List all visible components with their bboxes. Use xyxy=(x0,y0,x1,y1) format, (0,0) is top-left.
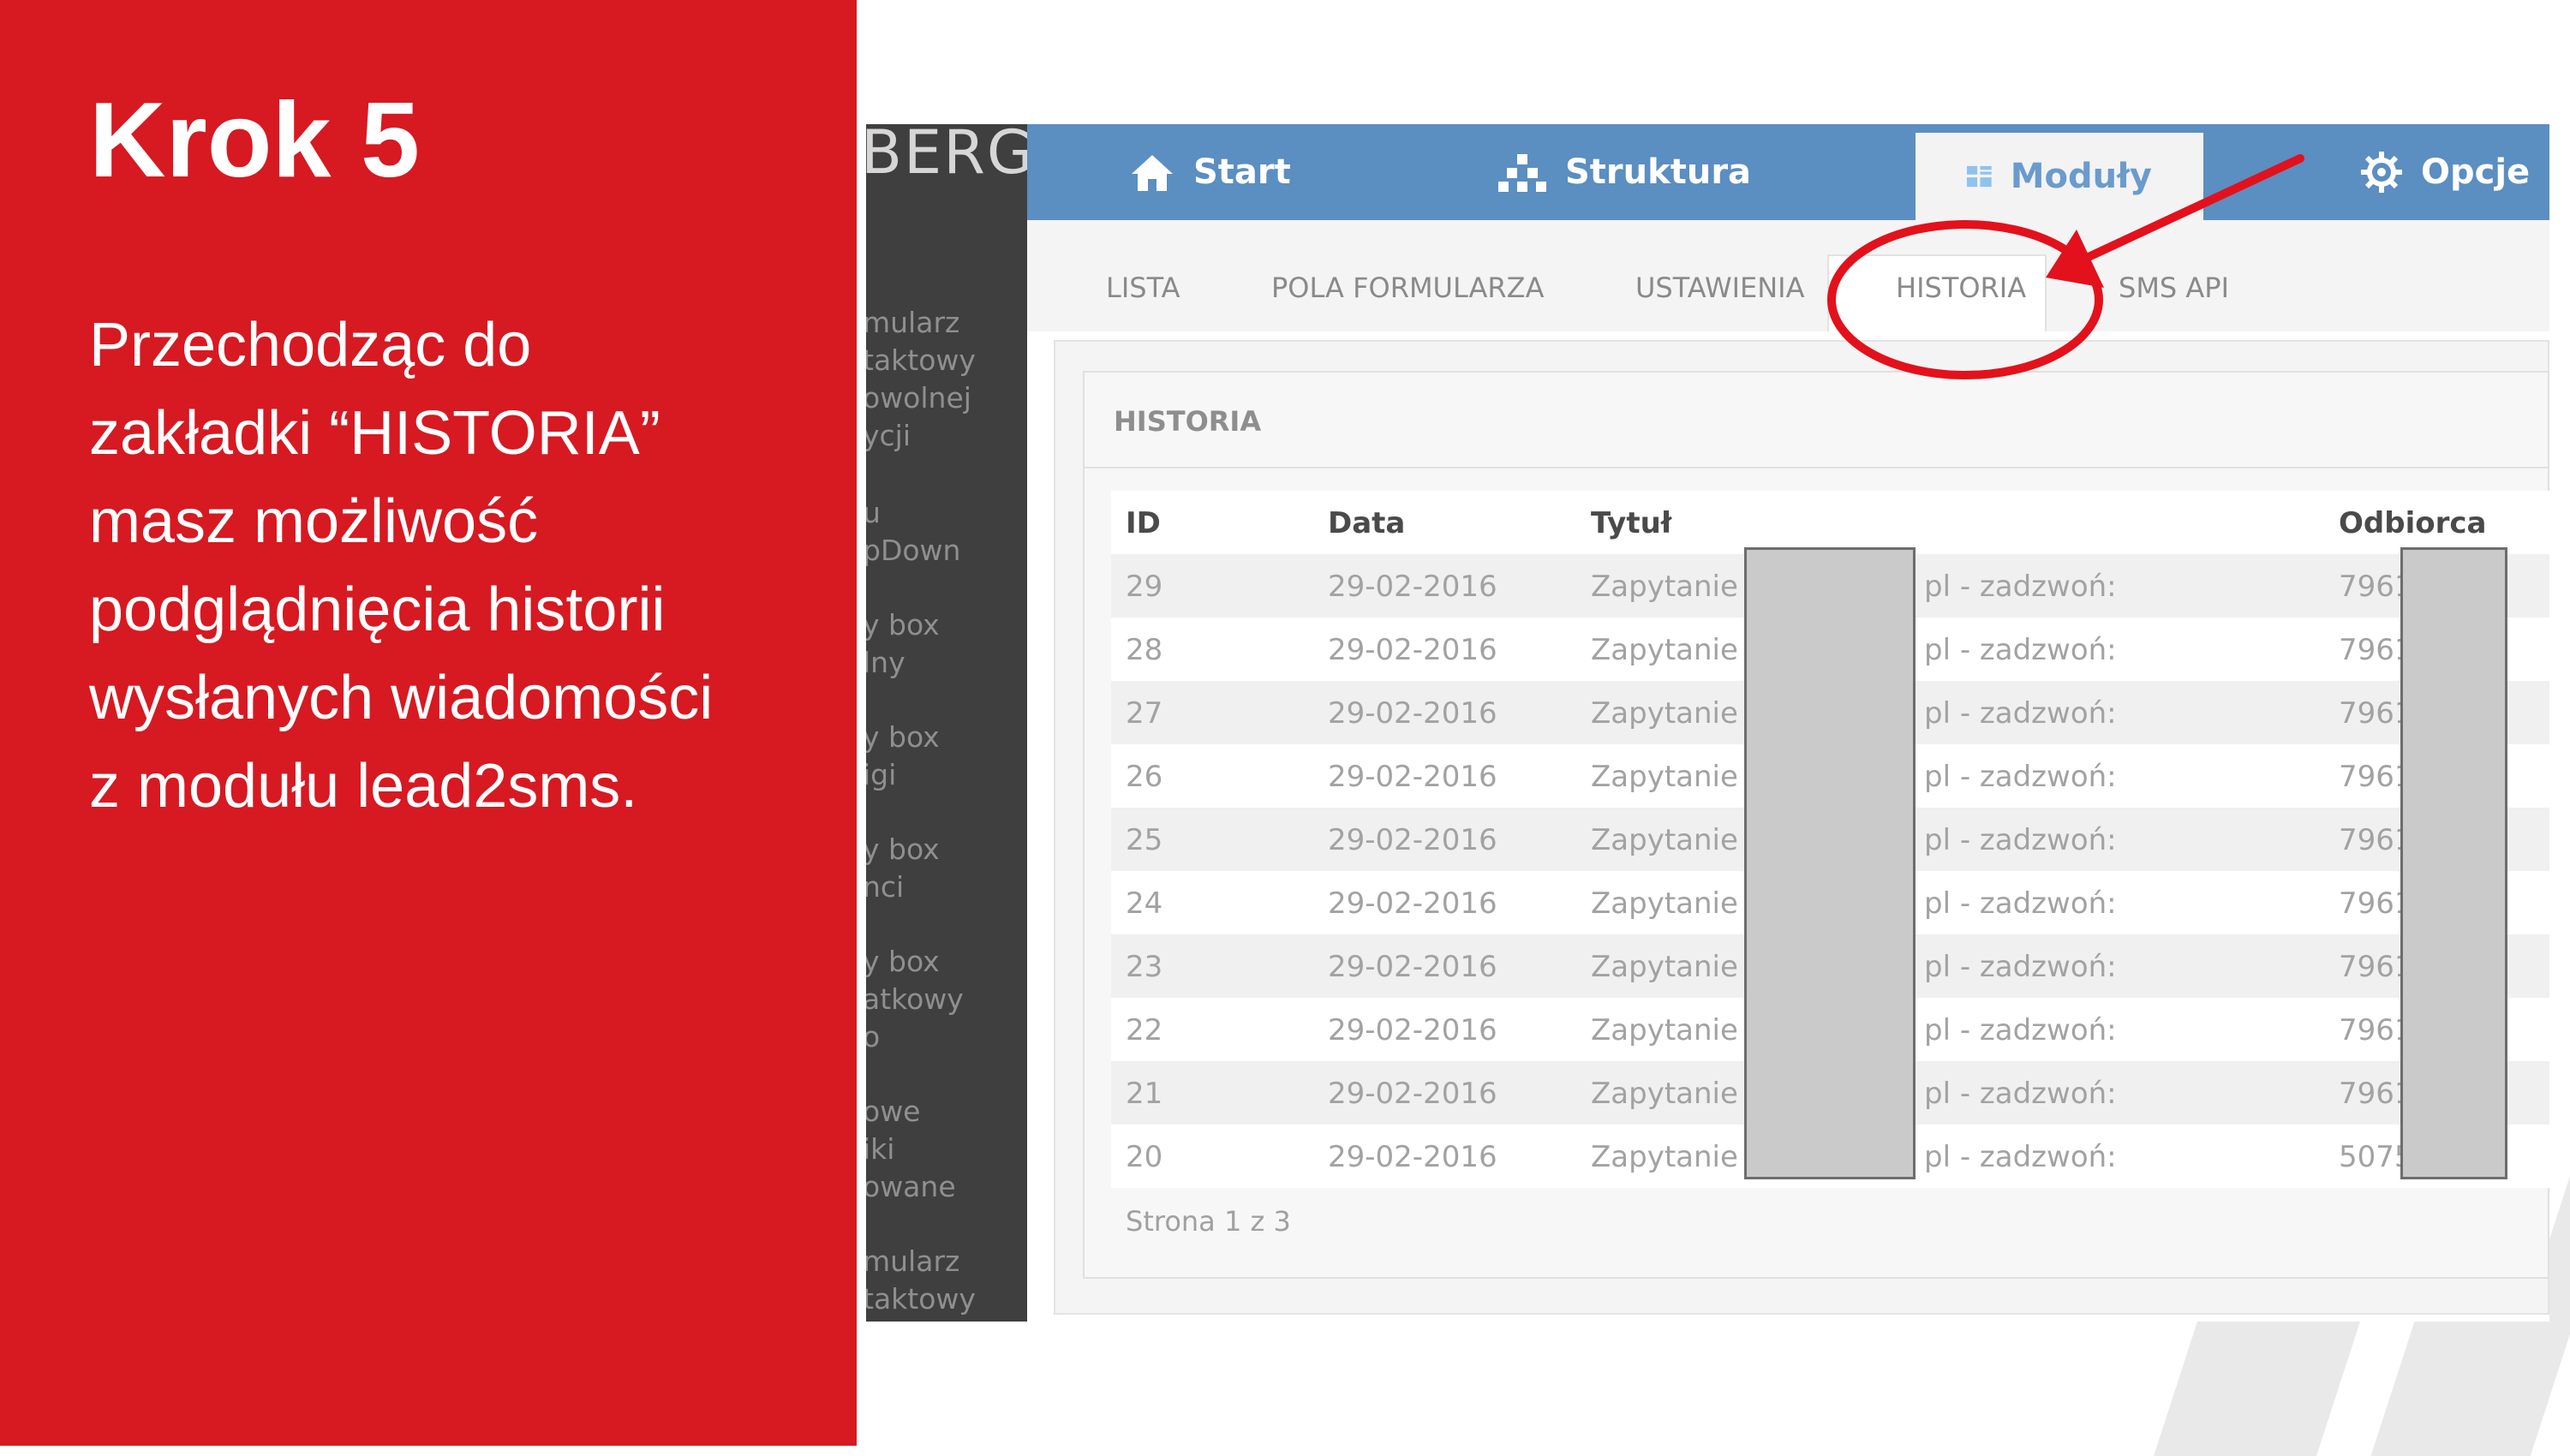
slide-description-line: masz możliwość xyxy=(89,487,539,556)
sidebar-item[interactable]: y box lny xyxy=(866,606,940,682)
cell-title-end: pl - zadzwoń: xyxy=(1924,823,2117,857)
cell-date: 29-02-2016 xyxy=(1328,570,1497,604)
sidebar-item[interactable]: mularz taktowy owolnej ycji xyxy=(866,304,976,455)
cell-id: 27 xyxy=(1126,696,1163,731)
column-header-odbiorca[interactable]: Odbiorca xyxy=(2339,506,2486,540)
subtab-lista[interactable]: LISTA xyxy=(1106,272,1180,304)
subtab-pola-formularza[interactable]: POLA FORMULARZA xyxy=(1271,272,1544,304)
cell-title-end: pl - zadzwoń: xyxy=(1924,633,2117,667)
cell-id: 23 xyxy=(1126,950,1163,984)
cell-title: Zapytanie z xyxy=(1591,886,1763,921)
cell-date: 29-02-2016 xyxy=(1328,823,1497,857)
cell-date: 29-02-2016 xyxy=(1328,696,1497,731)
module-subtabs: LISTA POLA FORMULARZA USTAWIENIA HISTORI… xyxy=(1027,220,2549,331)
nav-moduly-label: Moduły xyxy=(2010,157,2152,196)
history-panel-title: HISTORIA xyxy=(1114,405,1262,438)
subtab-historia[interactable]: HISTORIA xyxy=(1896,272,2026,304)
cell-title: Zapytanie z xyxy=(1591,760,1763,794)
sidebar: BERG mularz taktowy owolnej ycji u pDown y b… xyxy=(866,124,1027,1322)
cell-date: 29-02-2016 xyxy=(1328,760,1497,794)
cell-title-end: pl - zadzwoń: xyxy=(1924,1140,2117,1174)
top-navigation: Start Struktura Moduły Opcje xyxy=(1027,124,2549,220)
modules-icon xyxy=(1967,165,1992,188)
gear-icon xyxy=(2361,152,2402,193)
pagination-label: Strona 1 z 3 xyxy=(1126,1205,1291,1238)
history-panel-header: HISTORIA xyxy=(1085,373,2548,468)
cell-id: 25 xyxy=(1126,823,1163,857)
slide-description: Przechodząc do zakładki “HISTORIA” masz … xyxy=(89,301,826,831)
cell-date: 29-02-2016 xyxy=(1328,1077,1497,1111)
redaction-box xyxy=(2400,547,2507,1179)
home-icon xyxy=(1132,155,1173,191)
slide-description-line: z modułu lead2sms. xyxy=(89,752,638,820)
cell-title: Zapytanie z xyxy=(1591,950,1763,984)
cell-title: Zapytanie z xyxy=(1591,823,1763,857)
slide-description-line: wysłanych wiadomości xyxy=(89,664,714,732)
nav-moduly[interactable]: Moduły xyxy=(1916,133,2203,220)
cell-date: 29-02-2016 xyxy=(1328,1013,1497,1047)
cell-title-end: pl - zadzwoń: xyxy=(1924,1013,2117,1047)
column-header-id[interactable]: ID xyxy=(1126,506,1161,540)
cell-title-end: pl - zadzwoń: xyxy=(1924,950,2117,984)
cell-title: Zapytanie z xyxy=(1591,633,1763,667)
nav-start-label: Start xyxy=(1193,152,1291,192)
slide-description-line: podglądnięcia historii xyxy=(89,576,666,644)
cell-title-end: pl - zadzwoń: xyxy=(1924,696,2117,731)
sidebar-item[interactable]: u pDown xyxy=(866,494,960,570)
cell-date: 29-02-2016 xyxy=(1328,633,1497,667)
sidebar-item[interactable]: mularz taktowy xyxy=(866,1243,976,1318)
redaction-box xyxy=(1744,547,1916,1179)
subtab-ustawienia[interactable]: USTAWIENIA xyxy=(1635,272,1805,304)
column-header-data[interactable]: Data xyxy=(1328,506,1405,540)
cell-date: 29-02-2016 xyxy=(1328,1140,1497,1174)
cell-date: 29-02-2016 xyxy=(1328,886,1497,921)
sidebar-item[interactable]: y box nci xyxy=(866,831,940,906)
cell-id: 26 xyxy=(1126,760,1163,794)
slide-description-line: zakładki “HISTORIA” xyxy=(89,399,660,468)
sidebar-item[interactable]: y box atkowy o xyxy=(866,943,964,1056)
sitemap-icon xyxy=(1498,154,1546,192)
cell-title: Zapytanie z xyxy=(1591,1140,1763,1174)
cell-date: 29-02-2016 xyxy=(1328,950,1497,984)
subtab-sms-api[interactable]: SMS API xyxy=(2119,272,2229,304)
nav-struktura[interactable]: Struktura xyxy=(1498,124,1751,220)
nav-start[interactable]: Start xyxy=(1130,124,1291,220)
cell-title-end: pl - zadzwoń: xyxy=(1924,760,2117,794)
cms-screenshot: BERG mularz taktowy owolnej ycji u pDown y b… xyxy=(866,124,2549,1322)
table-header-row: ID Data Tytuł Odbiorca xyxy=(1111,491,2549,554)
nav-opcje-label: Opcje xyxy=(2421,152,2531,192)
app-logo: BERG xyxy=(866,124,1027,188)
nav-struktura-label: Struktura xyxy=(1565,152,1752,192)
cell-title: Zapytanie z xyxy=(1591,570,1763,604)
cell-title-end: pl - zadzwoń: xyxy=(1924,570,2117,604)
sidebar-item[interactable]: y box igi xyxy=(866,719,940,794)
cell-title: Zapytanie z xyxy=(1591,1013,1763,1047)
slide-description-line: Przechodząc do xyxy=(89,311,532,379)
slide-title: Krok 5 xyxy=(89,81,420,200)
nav-opcje[interactable]: Opcje xyxy=(2361,124,2530,220)
column-header-tytul[interactable]: Tytuł xyxy=(1591,506,1671,540)
cell-title: Zapytanie z xyxy=(1591,696,1763,731)
cell-id: 29 xyxy=(1126,570,1163,604)
slide-red-panel: Krok 5 Przechodząc do zakładki “HISTORIA… xyxy=(0,0,857,1446)
sidebar-item[interactable]: owe iki owane xyxy=(866,1093,956,1206)
cell-id: 28 xyxy=(1126,633,1163,667)
cell-id: 24 xyxy=(1126,886,1163,921)
cell-title: Zapytanie z xyxy=(1591,1077,1763,1111)
cell-title-end: pl - zadzwoń: xyxy=(1924,886,2117,921)
cell-title-end: pl - zadzwoń: xyxy=(1924,1077,2117,1111)
cell-id: 20 xyxy=(1126,1140,1163,1174)
cell-id: 22 xyxy=(1126,1013,1163,1047)
decorative-stripe xyxy=(2154,1319,2361,1456)
cell-id: 21 xyxy=(1126,1077,1163,1111)
